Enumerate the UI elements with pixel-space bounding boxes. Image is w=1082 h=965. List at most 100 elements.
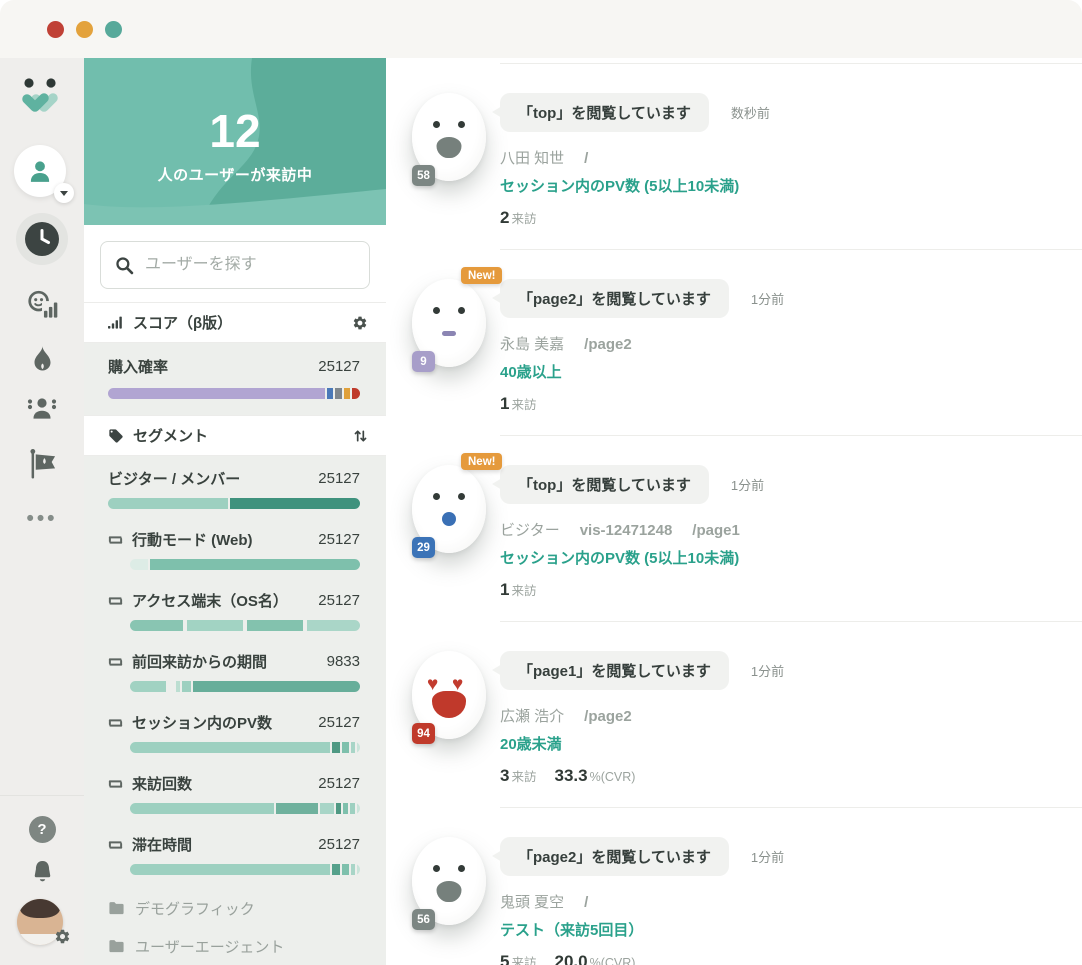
filter-sliders-icon bbox=[108, 779, 123, 788]
timestamp: 1分前 bbox=[750, 292, 785, 307]
settings-gear-icon[interactable] bbox=[54, 928, 71, 950]
visit-count-suffix: 来訪 bbox=[511, 956, 537, 965]
timestamp: 1分前 bbox=[750, 664, 785, 679]
user-name: 永島 美嘉 bbox=[500, 336, 565, 353]
karte-logo bbox=[19, 76, 65, 127]
feed-item[interactable]: New! 9 「page2」を閲覧しています 1分前 永島 美嘉 /page2 … bbox=[386, 249, 1082, 435]
sidebar-item-realtime[interactable] bbox=[16, 213, 68, 265]
segment-link[interactable]: セッション内のPV数 (5以上10未満) bbox=[500, 175, 1082, 196]
visit-count-suffix: 来訪 bbox=[511, 212, 537, 226]
segment-row-label: セッション内のPV数 bbox=[132, 715, 273, 732]
user-face-avatar[interactable]: 94 bbox=[412, 651, 492, 744]
user-face-avatar[interactable]: 56 bbox=[412, 837, 492, 930]
sidebar-item-insights[interactable] bbox=[27, 289, 58, 319]
score-rows: 購入確率 25127 bbox=[84, 343, 386, 415]
segment-row[interactable]: セッション内のPV数 25127 bbox=[84, 700, 386, 761]
segment-folder-row[interactable]: デモグラフィック bbox=[84, 889, 386, 927]
page-path: /page1 bbox=[692, 522, 740, 539]
help-button[interactable]: ? bbox=[28, 816, 56, 843]
search-icon bbox=[116, 256, 134, 274]
sidebar-bottom-group: ? bbox=[0, 795, 84, 965]
visit-count-suffix: 来訪 bbox=[511, 398, 537, 412]
users-panel: 12 人のユーザーが来訪中 ユーザーを探す スコア（β版） 購入確率 25127… bbox=[84, 58, 386, 965]
activity-bubble: 「top」を閲覧しています bbox=[492, 93, 709, 132]
segment-link[interactable]: テスト（来訪5回目） bbox=[500, 919, 1082, 940]
traffic-light-maximize[interactable] bbox=[105, 20, 122, 38]
segment-sort-button[interactable] bbox=[353, 428, 368, 444]
visit-count: 2 bbox=[500, 208, 510, 227]
score-section-title: スコア（β版） bbox=[133, 315, 233, 332]
user-face-avatar[interactable]: 9 bbox=[412, 279, 492, 372]
segment-rows: ビジター / メンバー 25127 行動モード (Web) 25127 アクセス… bbox=[84, 456, 386, 883]
feed-item[interactable]: 58 「top」を閲覧しています 数秒前 八田 知世 / セッション内のPV数 … bbox=[386, 63, 1082, 249]
segment-row-label: アクセス端末（OS名） bbox=[132, 593, 288, 610]
feed-item[interactable]: 94 「page1」を閲覧しています 1分前 広瀬 浩介 /page2 20歳未… bbox=[386, 621, 1082, 807]
segment-row[interactable]: 行動モード (Web) 25127 bbox=[84, 517, 386, 578]
sidebar-item-more[interactable]: ••• bbox=[26, 507, 57, 531]
activity-bubble: 「page2」を閲覧しています bbox=[492, 837, 729, 876]
notifications-button[interactable] bbox=[30, 859, 55, 885]
help-icon: ? bbox=[37, 821, 47, 838]
segment-section-title: セグメント bbox=[133, 428, 209, 445]
filter-sliders-icon bbox=[108, 718, 123, 727]
activity-bubble: 「page1」を閲覧しています bbox=[492, 651, 729, 690]
bell-icon bbox=[34, 861, 50, 882]
activity-bubble: 「top」を閲覧しています bbox=[492, 465, 709, 504]
segment-row-value: 25127 bbox=[318, 531, 360, 548]
segment-folder-row[interactable]: ユーザーエージェント bbox=[84, 927, 386, 965]
segment-row-value: 25127 bbox=[318, 592, 360, 609]
score-settings-button[interactable] bbox=[352, 315, 368, 331]
traffic-light-close[interactable] bbox=[47, 20, 64, 38]
segment-link[interactable]: 40歳以上 bbox=[500, 361, 1082, 382]
nav-sidebar: ••• ? bbox=[0, 58, 84, 965]
segment-section-header[interactable]: セグメント bbox=[84, 415, 386, 456]
segment-row-label: 滞在時間 bbox=[132, 837, 193, 854]
segment-row[interactable]: 滞在時間 25127 bbox=[84, 822, 386, 883]
visitor-id: vis-12471248 bbox=[579, 522, 673, 539]
user-name: 八田 知世 bbox=[500, 150, 565, 167]
segment-link[interactable]: セッション内のPV数 (5以上10未満) bbox=[500, 547, 1082, 568]
new-badge: New! bbox=[461, 267, 503, 284]
chevron-down-icon[interactable] bbox=[54, 183, 74, 203]
visit-count: 1 bbox=[500, 394, 510, 413]
account-menu[interactable] bbox=[17, 899, 70, 947]
score-section-header[interactable]: スコア（β版） bbox=[84, 302, 386, 343]
sidebar-item-segments[interactable] bbox=[26, 395, 58, 422]
user-face-avatar[interactable]: 29 bbox=[412, 465, 492, 558]
segment-row-label: ビジター / メンバー bbox=[108, 471, 241, 488]
person-icon bbox=[30, 161, 50, 182]
search-area bbox=[84, 225, 386, 302]
segment-link[interactable]: 20歳未満 bbox=[500, 733, 1082, 754]
timestamp: 1分前 bbox=[730, 478, 765, 493]
visit-count: 3 bbox=[500, 766, 510, 785]
user-name: 広瀬 浩介 bbox=[500, 708, 565, 725]
search-input[interactable] bbox=[145, 256, 355, 274]
timestamp: 数秒前 bbox=[730, 106, 770, 121]
segment-row[interactable]: アクセス端末（OS名） 25127 bbox=[84, 578, 386, 639]
feed-item[interactable]: 56 「page2」を閲覧しています 1分前 鬼頭 夏空 / テスト（来訪5回目… bbox=[386, 807, 1082, 965]
sidebar-item-users[interactable] bbox=[14, 145, 74, 203]
mood-chart-icon bbox=[27, 290, 58, 319]
sidebar-item-goals[interactable] bbox=[28, 448, 57, 479]
user-search[interactable] bbox=[100, 241, 370, 289]
user-face-avatar[interactable]: 58 bbox=[412, 93, 492, 186]
sort-arrows-icon bbox=[354, 429, 367, 442]
karte-smile-icon bbox=[22, 78, 58, 112]
traffic-light-minimize[interactable] bbox=[76, 20, 93, 38]
user-name: ビジター bbox=[500, 522, 560, 539]
segment-row[interactable]: ビジター / メンバー 25127 bbox=[84, 456, 386, 517]
score-row[interactable]: 購入確率 25127 bbox=[108, 356, 360, 399]
segment-row[interactable]: 前回来訪からの期間 9833 bbox=[84, 639, 386, 700]
sidebar-item-trending[interactable] bbox=[30, 345, 55, 373]
clock-icon bbox=[25, 222, 59, 256]
feed-item[interactable]: New! 29 「top」を閲覧しています 1分前 ビジター vis-12471… bbox=[386, 435, 1082, 621]
visit-count: 5 bbox=[500, 952, 510, 965]
folder-label: デモグラフィック bbox=[135, 900, 255, 918]
segment-row-label: 前回来訪からの期間 bbox=[132, 654, 268, 671]
folder-rows: デモグラフィック ユーザーエージェント bbox=[84, 883, 386, 965]
cvr-stat: 33.3 %(CVR) bbox=[554, 766, 636, 785]
user-name: 鬼頭 夏空 bbox=[500, 894, 565, 911]
segment-row[interactable]: 来訪回数 25127 bbox=[84, 761, 386, 822]
app-window: ••• ? 12 人のユーザーが来訪中 ユーザーを探す スコア（β版） 購入確率… bbox=[0, 0, 1082, 965]
page-path: /page2 bbox=[584, 708, 632, 725]
